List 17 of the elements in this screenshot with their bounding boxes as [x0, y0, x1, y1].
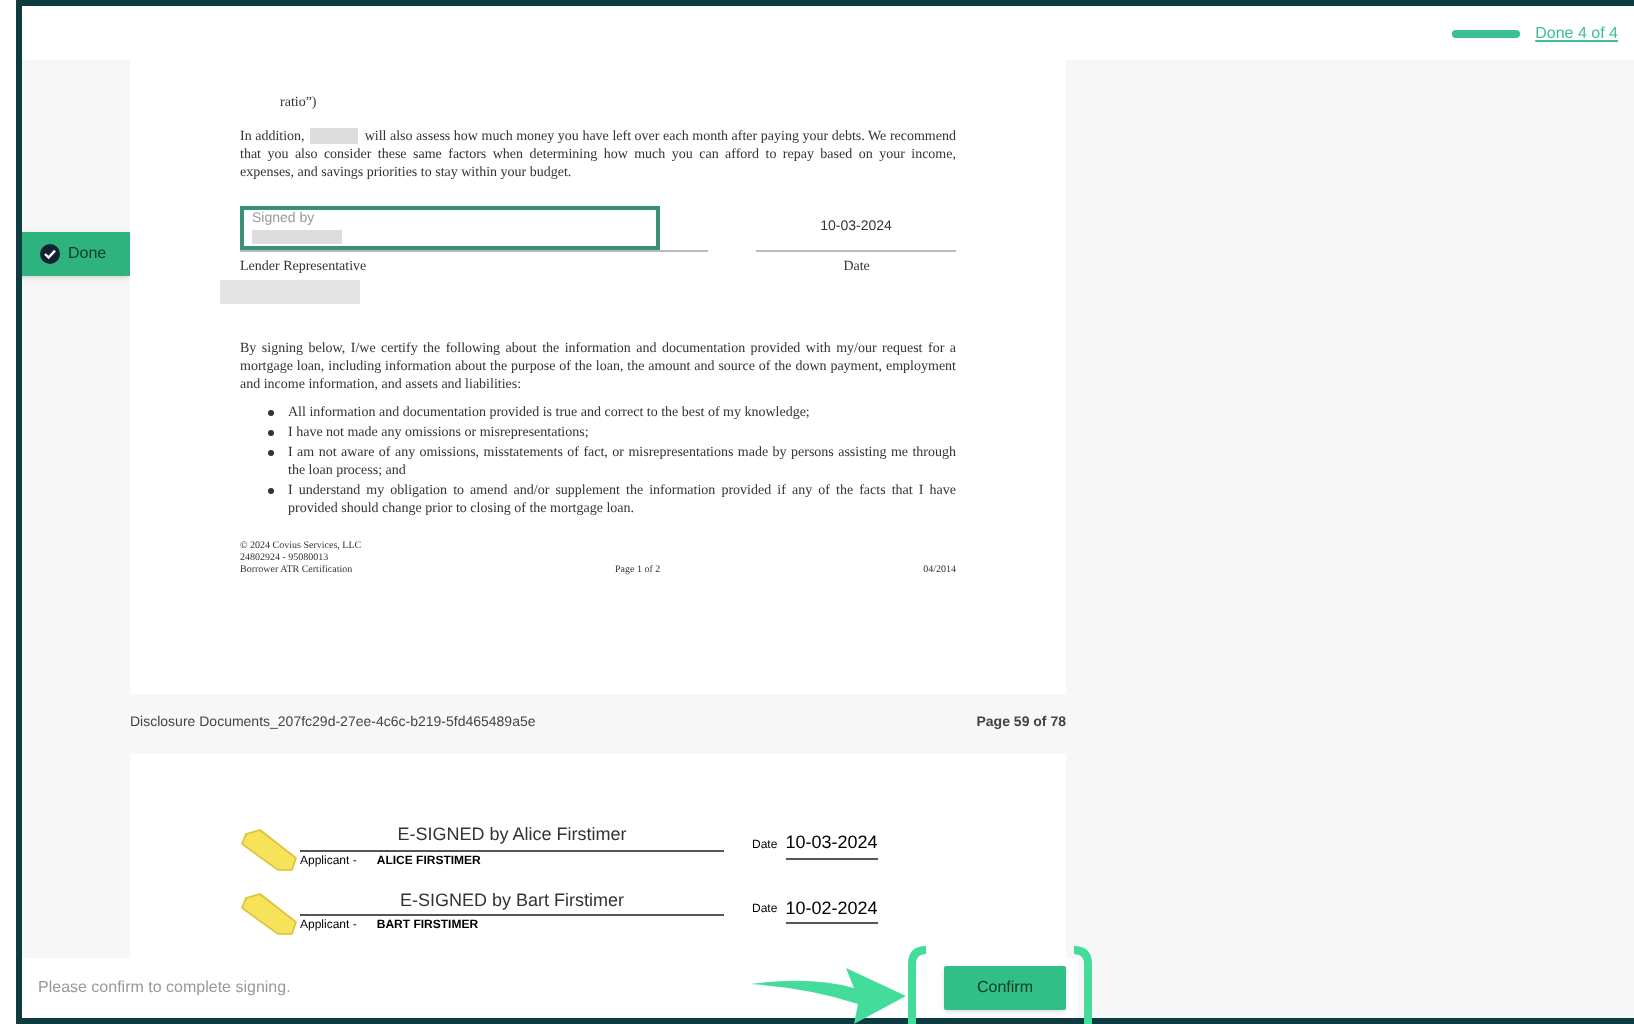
date-value: 10-02-2024 — [785, 895, 878, 924]
redaction-block — [220, 280, 360, 304]
confirm-button[interactable]: Confirm — [944, 966, 1066, 1010]
pen-tag-icon — [240, 892, 300, 936]
pen-tag-icon — [240, 827, 300, 871]
signature-text: E-SIGNED by Alice Firstimer — [300, 822, 724, 851]
status-link[interactable]: Done 4 of 4 — [1535, 21, 1618, 45]
bullet-icon — [268, 488, 274, 494]
bullet-icon — [268, 410, 274, 416]
bullet-icon — [268, 430, 274, 436]
date-value: 10-03-2024 — [785, 830, 878, 859]
check-circle-icon — [40, 244, 60, 264]
redaction-block — [252, 230, 342, 244]
done-button[interactable]: Done — [22, 232, 130, 276]
signature-text: E-SIGNED by Bart Firstimer — [300, 887, 724, 916]
confirm-message: Please confirm to complete signing. — [38, 976, 291, 1000]
bullet-icon — [268, 450, 274, 456]
